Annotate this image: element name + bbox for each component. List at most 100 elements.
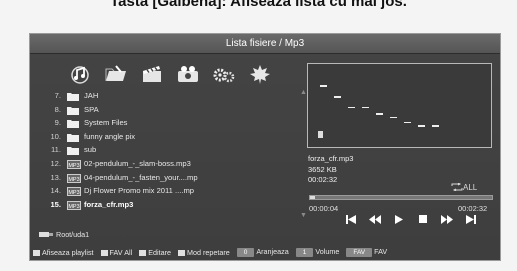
- media-player-window: Lista fisiere / Mp3 ▲ ▼ 7. JAH 8. SPA 9. Syst…: [29, 33, 501, 261]
- item-label: funny angle pix: [84, 131, 136, 141]
- item-number: 15.: [50, 199, 61, 209]
- list-item-folder[interactable]: 8. SPA: [34, 104, 299, 118]
- item-label: Dj Flower Promo mix 2011 ....mp: [84, 186, 194, 196]
- list-item-folder[interactable]: 9. System Files: [34, 117, 299, 131]
- repeat-mode-label: ALL: [463, 183, 478, 192]
- video-film-icon[interactable]: [137, 60, 167, 88]
- folder-icon: [67, 106, 79, 117]
- page-caption: Tasta [Galbena]: Afiseaza lista cu mai j…: [110, 0, 407, 10]
- legend-item: Mod repetare: [177, 247, 230, 257]
- folder-icon: [67, 133, 79, 144]
- legend-item: Afiseaza playlist: [33, 248, 94, 257]
- usb-drive-icon: [39, 232, 53, 237]
- legend-label: FAV: [374, 247, 388, 256]
- visualizer-bar: [362, 106, 369, 108]
- list-item-file[interactable]: 15. MP3 forza_cfr.mp3: [34, 199, 299, 213]
- legend-color-key: [177, 249, 185, 256]
- visualizer-bar: [390, 116, 397, 119]
- play-icon[interactable]: [391, 214, 406, 224]
- mp3-type-label: MP3: [68, 163, 79, 169]
- legend-item: Editare: [139, 248, 171, 257]
- scroll-up-arrow-icon[interactable]: ▲: [300, 89, 307, 96]
- rewind-icon[interactable]: [367, 214, 382, 224]
- folder-icon: [67, 92, 79, 103]
- visualizer-bar: [376, 113, 383, 115]
- folder-open-icon[interactable]: [101, 60, 131, 88]
- remote-key-badge: 1: [295, 248, 314, 257]
- track-name: forza_cfr.mp3: [308, 154, 354, 163]
- skip-previous-icon[interactable]: [343, 214, 358, 224]
- legend-label: Aranjeaza: [256, 247, 289, 256]
- track-duration: 00:02:32: [308, 175, 338, 184]
- visualizer-marker: [318, 131, 323, 138]
- folder-icon: [67, 119, 79, 130]
- window-title: Lista fisiere / Mp3: [30, 34, 500, 54]
- track-info: forza_cfr.mp3 3652 KB 00:02:32: [308, 154, 353, 186]
- mp3-file-icon: MP3: [67, 159, 81, 171]
- item-label: forza_cfr.mp3: [84, 199, 134, 209]
- mp3-file-icon: MP3: [67, 200, 81, 212]
- remote-key-badge: FAV: [346, 248, 373, 257]
- item-number: 8.: [54, 104, 61, 114]
- playback-controls: [343, 214, 478, 224]
- legend-item: 1 Volume: [295, 247, 340, 257]
- settings-gears-icon[interactable]: [209, 60, 239, 88]
- legend-item: 0 Aranjeaza: [236, 247, 289, 257]
- item-label: System Files: [84, 118, 128, 128]
- list-item-folder[interactable]: 7. JAH: [34, 90, 299, 104]
- legend-label: Afiseaza playlist: [42, 247, 94, 257]
- elapsed-time: 00:00:04: [309, 204, 339, 213]
- legend-label: Volume: [315, 247, 340, 256]
- list-item-file[interactable]: 13. MP3 04-pendulum_-_fasten_your....mp: [34, 172, 299, 186]
- fast-forward-icon[interactable]: [439, 214, 454, 224]
- legend-item: FAV FAV: [346, 247, 387, 257]
- visualizer-bar: [320, 85, 327, 87]
- list-item-folder[interactable]: 11. sub: [34, 144, 299, 158]
- legend-label: FAV All: [109, 247, 133, 257]
- legend-item: FAV All: [100, 247, 133, 257]
- legend-color-key: [100, 249, 108, 256]
- item-number: 12.: [50, 158, 61, 168]
- legend-color-key: [33, 249, 40, 256]
- mp3-file-icon: MP3: [67, 173, 81, 185]
- item-label: sub: [84, 145, 97, 155]
- file-list: 7. JAH 8. SPA 9. System Files 10. funny angle p…: [34, 90, 299, 212]
- legend-color-key: [139, 249, 147, 256]
- legend-label: Mod repetare: [186, 247, 230, 257]
- item-number: 9.: [54, 118, 61, 128]
- scroll-down-arrow-icon[interactable]: ▼: [300, 212, 307, 219]
- repeat-mode[interactable]: ALL: [451, 182, 478, 192]
- mp3-type-label: MP3: [68, 190, 79, 196]
- visualizer-bar: [348, 106, 355, 108]
- skip-next-icon[interactable]: [463, 214, 478, 224]
- item-label: 04-pendulum_-_fasten_your....mp: [84, 172, 198, 182]
- repeat-icon: [451, 182, 463, 192]
- music-note-icon[interactable]: [65, 60, 95, 88]
- maple-leaf-icon[interactable]: [245, 60, 275, 88]
- root-path: Root/uda1: [39, 230, 89, 239]
- visualizer-bar: [404, 121, 411, 124]
- visualizer-bar: [334, 96, 341, 98]
- item-label: SPA: [84, 104, 99, 114]
- list-item-file[interactable]: 14. MP3 Dj Flower Promo mix 2011 ....mp: [34, 185, 299, 199]
- legend-label: Editare: [148, 247, 171, 257]
- item-number: 7.: [54, 91, 61, 100]
- visualizer-bar: [432, 125, 439, 127]
- mp3-type-label: MP3: [68, 204, 79, 210]
- item-number: 10.: [50, 131, 61, 141]
- list-item-folder[interactable]: 10. funny angle pix: [34, 131, 299, 145]
- track-size: 3652 KB: [308, 164, 337, 174]
- root-path-label: Root/uda1: [56, 230, 90, 239]
- camera-icon[interactable]: [173, 60, 203, 88]
- folder-icon: [67, 146, 79, 157]
- item-number: 11.: [51, 145, 61, 155]
- list-item-file[interactable]: 12. MP3 02-pendulum_-_slam-boss.mp3: [34, 158, 299, 172]
- stop-icon[interactable]: [415, 214, 430, 224]
- playback-progress-bar[interactable]: [309, 195, 493, 200]
- media-type-toolbar: [65, 60, 275, 88]
- item-label: JAH: [84, 91, 99, 100]
- key-legend: Afiseaza playlist FAV All Editare Mod repet…: [30, 243, 500, 261]
- item-label: 02-pendulum_-_slam-boss.mp3: [84, 158, 191, 168]
- remote-key-badge: 0: [236, 248, 255, 257]
- total-time: 00:02:32: [458, 204, 488, 213]
